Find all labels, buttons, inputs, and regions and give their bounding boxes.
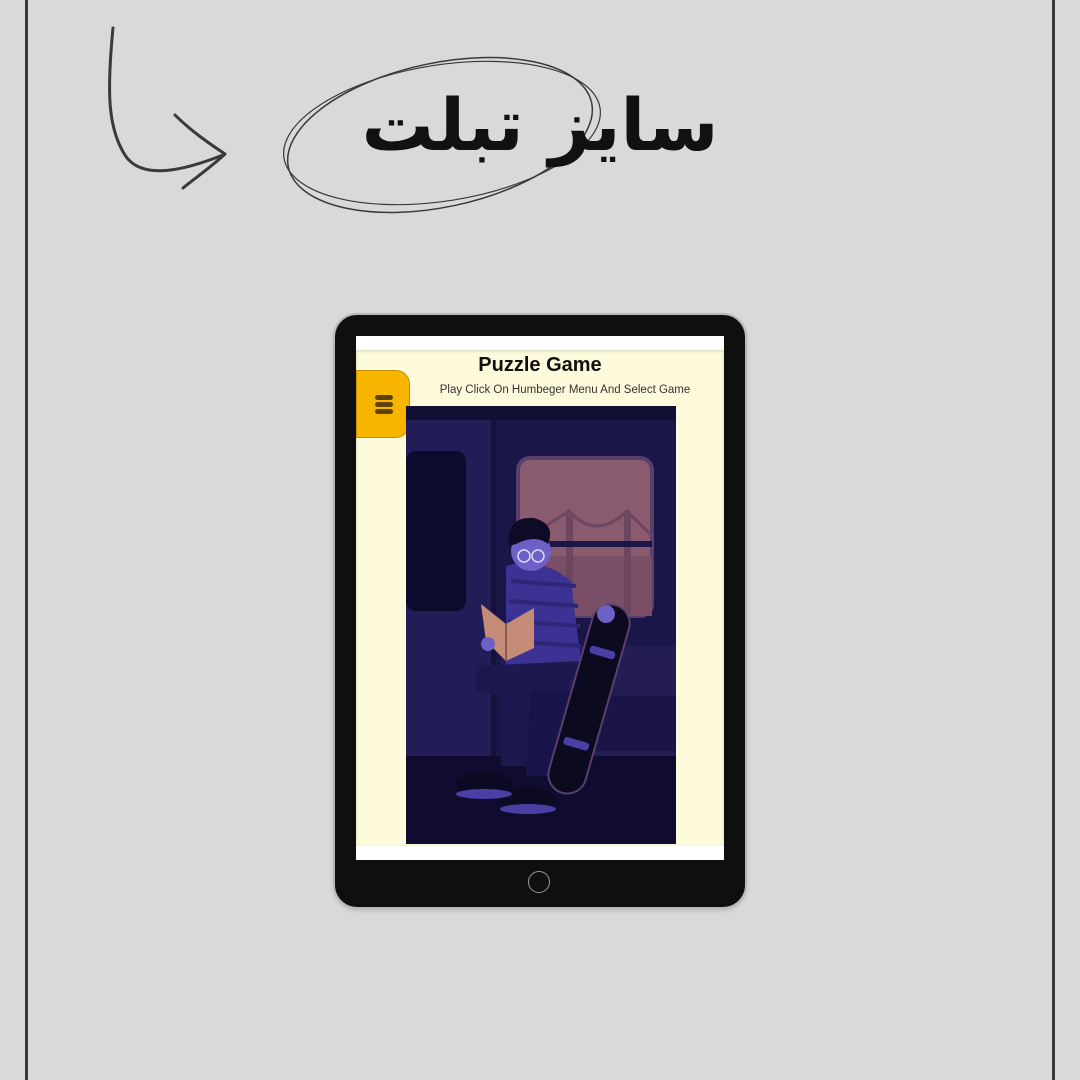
puzzle-app-page: Puzzle Game Play Click On Humbeger Menu … bbox=[356, 350, 724, 846]
home-button-icon[interactable] bbox=[528, 871, 550, 893]
tablet-device: Puzzle Game Play Click On Humbeger Menu … bbox=[335, 315, 745, 907]
page-title: Puzzle Game bbox=[478, 354, 602, 376]
puzzle-image[interactable] bbox=[406, 406, 676, 844]
tablet-screen: Puzzle Game Play Click On Humbeger Menu … bbox=[356, 336, 724, 860]
frame-left-border bbox=[25, 0, 28, 1080]
headline-tablet-size: سايز تبلت bbox=[361, 83, 719, 167]
hamburger-menu-button[interactable] bbox=[356, 370, 410, 438]
frame-right-border bbox=[1052, 0, 1055, 1080]
man-reading-on-train-illustration bbox=[406, 406, 676, 844]
curved-arrow-icon bbox=[108, 26, 227, 190]
instructions-text: Play Click On Humbeger Menu And Select G… bbox=[439, 384, 691, 396]
